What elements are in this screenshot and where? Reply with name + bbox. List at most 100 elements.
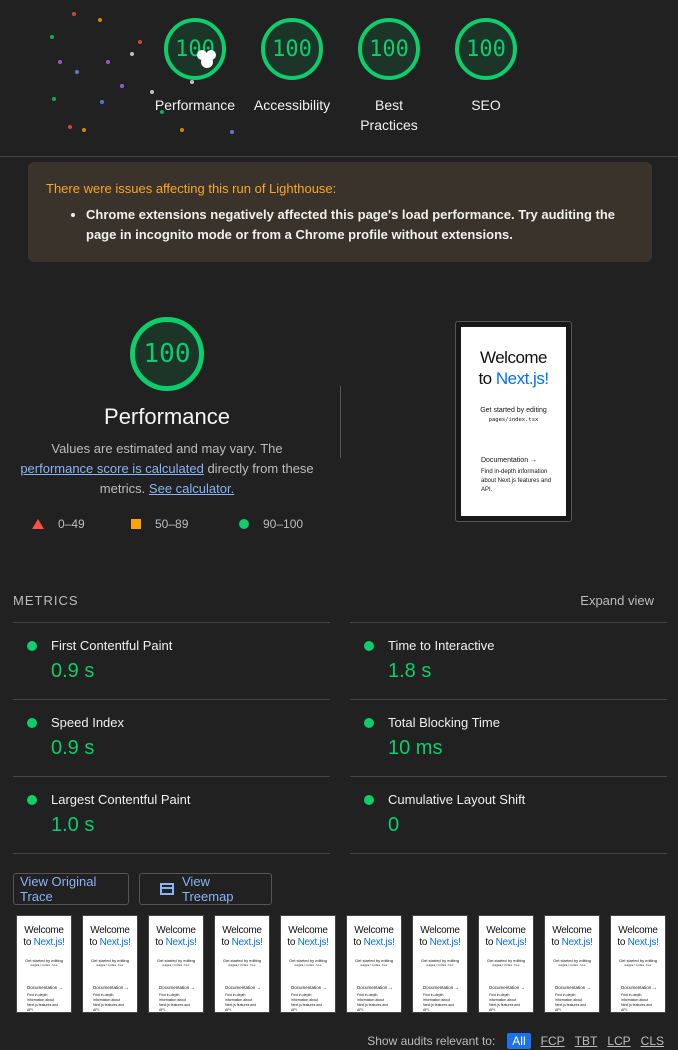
metric-value: 10 ms bbox=[388, 737, 443, 759]
pass-circle-icon bbox=[364, 718, 374, 728]
gauge-score: 100 bbox=[455, 18, 517, 80]
gauge-performance[interactable]: 100 Performance bbox=[145, 18, 245, 115]
frame-doc-desc-text: Find in-depth information about Next.js … bbox=[27, 993, 59, 1012]
metric-value: 0.9 s bbox=[51, 660, 95, 682]
filter-lcp[interactable]: LCP bbox=[607, 1034, 630, 1048]
frame-doc-desc-text: Find in-depth information about Next.js … bbox=[357, 993, 389, 1012]
filmstrip-frame: Welcome to Next.js! Get started by editing… bbox=[610, 915, 666, 1013]
metric-si: Speed Index 0.9 s bbox=[13, 699, 330, 776]
category-gauges-header: 100 Performance 100 Accessibility 100 Be… bbox=[0, 0, 678, 157]
metric-name: Speed Index bbox=[51, 715, 125, 730]
frame-code-text: pages/index.tsx bbox=[294, 963, 322, 967]
frame-welcome-subtext: to Next.js! bbox=[287, 937, 329, 948]
filmstrip-frame: Welcome to Next.js! Get started by editing… bbox=[280, 915, 336, 1013]
metric-name: Total Blocking Time bbox=[388, 715, 500, 730]
metric-name: First Contentful Paint bbox=[51, 638, 173, 653]
metric-name: Largest Contentful Paint bbox=[51, 792, 191, 807]
frame-welcome-text: Welcome bbox=[90, 925, 130, 936]
confetti-dot bbox=[120, 84, 124, 88]
score-calculated-link[interactable]: performance score is calculated bbox=[20, 461, 204, 476]
legend-range: 0–49 bbox=[58, 517, 85, 531]
filter-fcp[interactable]: FCP bbox=[541, 1034, 565, 1048]
metrics-column-right: Time to Interactive 1.8 s Total Blocking… bbox=[350, 622, 667, 854]
filmstrip-frame: Welcome to Next.js! Get started by editing… bbox=[214, 915, 270, 1013]
frame-doc-link-text: Documentation → bbox=[621, 985, 658, 990]
filter-all[interactable]: All bbox=[507, 1033, 531, 1049]
confetti-dot bbox=[100, 100, 104, 104]
frame-welcome-subtext: to Next.js! bbox=[617, 937, 659, 948]
confetti-dot bbox=[82, 128, 86, 132]
performance-description: Values are estimated and may vary. The p… bbox=[14, 439, 320, 499]
button-label: View Treemap bbox=[182, 874, 234, 904]
frame-code-text: pages/index.tsx bbox=[96, 963, 124, 967]
metric-cls: Cumulative Layout Shift 0 bbox=[350, 776, 667, 854]
gauge-label: Accessibility bbox=[253, 97, 331, 113]
gauge-seo[interactable]: 100 SEO bbox=[436, 18, 536, 115]
welcome-subtext: to Next.js! bbox=[478, 369, 549, 388]
gauge-label: Performance bbox=[154, 97, 236, 113]
confetti-dot bbox=[130, 52, 134, 56]
gauge-score: 100 bbox=[358, 18, 420, 80]
confetti-dot bbox=[50, 35, 54, 39]
gauge-score: 100 bbox=[261, 18, 323, 80]
frame-welcome-subtext: to Next.js! bbox=[551, 937, 593, 948]
frame-code-text: pages/index.tsx bbox=[492, 963, 520, 967]
frame-code-text: pages/index.tsx bbox=[624, 963, 652, 967]
frame-doc-desc-text: Find in-depth information about Next.js … bbox=[159, 993, 191, 1012]
frame-doc-link-text: Documentation → bbox=[357, 985, 394, 990]
gauge-accessibility[interactable]: 100 Accessibility bbox=[242, 18, 342, 115]
filmstrip-frame: Welcome to Next.js! Get started by editing… bbox=[82, 915, 138, 1013]
fail-triangle-icon bbox=[32, 519, 44, 529]
metric-value: 1.0 s bbox=[51, 814, 95, 836]
view-original-trace-button[interactable]: View Original Trace bbox=[13, 873, 129, 905]
legend-fail: 0–49 bbox=[32, 517, 85, 531]
metric-name: Cumulative Layout Shift bbox=[388, 792, 526, 807]
frame-welcome-subtext: to Next.js! bbox=[485, 937, 527, 948]
metrics-column-left: First Contentful Paint 0.9 s Speed Index… bbox=[13, 622, 330, 854]
filmstrip-frame: Welcome to Next.js! Get started by editing… bbox=[346, 915, 402, 1013]
confetti-dot bbox=[106, 60, 110, 64]
confetti-dot bbox=[75, 70, 79, 74]
gauge-label: Best Practices bbox=[360, 97, 418, 133]
view-treemap-button[interactable]: View Treemap bbox=[139, 873, 272, 905]
pass-circle-icon bbox=[27, 795, 37, 805]
expand-view-toggle[interactable]: Expand view bbox=[580, 593, 654, 608]
doc-desc-text: Find in-depth information about Next.js … bbox=[481, 469, 552, 493]
button-label: View Original Trace bbox=[20, 874, 97, 904]
frame-welcome-text: Welcome bbox=[354, 925, 394, 936]
metric-value: 1.8 s bbox=[388, 660, 432, 682]
filmstrip-frame: Welcome to Next.js! Get started by editing… bbox=[148, 915, 204, 1013]
treemap-icon bbox=[160, 883, 174, 895]
confetti-dot bbox=[180, 128, 184, 132]
frame-welcome-text: Welcome bbox=[222, 925, 262, 936]
filter-tbt[interactable]: TBT bbox=[575, 1034, 598, 1048]
divider bbox=[340, 386, 341, 458]
filter-cls[interactable]: CLS bbox=[641, 1034, 664, 1048]
frame-code-text: pages/index.tsx bbox=[228, 963, 256, 967]
metric-lcp: Largest Contentful Paint 1.0 s bbox=[13, 776, 330, 854]
frame-code-text: pages/index.tsx bbox=[558, 963, 586, 967]
frame-welcome-subtext: to Next.js! bbox=[155, 937, 197, 948]
frame-doc-desc-text: Find in-depth information about Next.js … bbox=[621, 993, 653, 1012]
frame-welcome-subtext: to Next.js! bbox=[353, 937, 395, 948]
frame-doc-link-text: Documentation → bbox=[489, 985, 526, 990]
frame-welcome-subtext: to Next.js! bbox=[221, 937, 263, 948]
code-text: pages/index.tsx bbox=[488, 417, 539, 423]
performance-gauge: 100 bbox=[130, 317, 204, 391]
pass-circle-icon bbox=[27, 641, 37, 651]
get-started-text: Get started by editing bbox=[480, 407, 547, 414]
frame-welcome-text: Welcome bbox=[288, 925, 328, 936]
frame-doc-link-text: Documentation → bbox=[555, 985, 592, 990]
see-calculator-link[interactable]: See calculator. bbox=[149, 481, 234, 496]
frame-code-text: pages/index.tsx bbox=[426, 963, 454, 967]
confetti-dot bbox=[98, 18, 102, 22]
frame-doc-desc-text: Find in-depth information about Next.js … bbox=[225, 993, 257, 1012]
metrics-heading: METRICS bbox=[13, 593, 79, 608]
metric-value: 0 bbox=[388, 814, 400, 836]
frame-doc-link-text: Documentation → bbox=[159, 985, 196, 990]
final-screenshot[interactable]: Welcome to Next.js! Get started by editi… bbox=[455, 321, 572, 522]
gauge-best-practices[interactable]: 100 Best Practices bbox=[339, 18, 439, 135]
frame-welcome-subtext: to Next.js! bbox=[419, 937, 461, 948]
pass-circle-icon bbox=[364, 795, 374, 805]
frame-doc-link-text: Documentation → bbox=[93, 985, 130, 990]
